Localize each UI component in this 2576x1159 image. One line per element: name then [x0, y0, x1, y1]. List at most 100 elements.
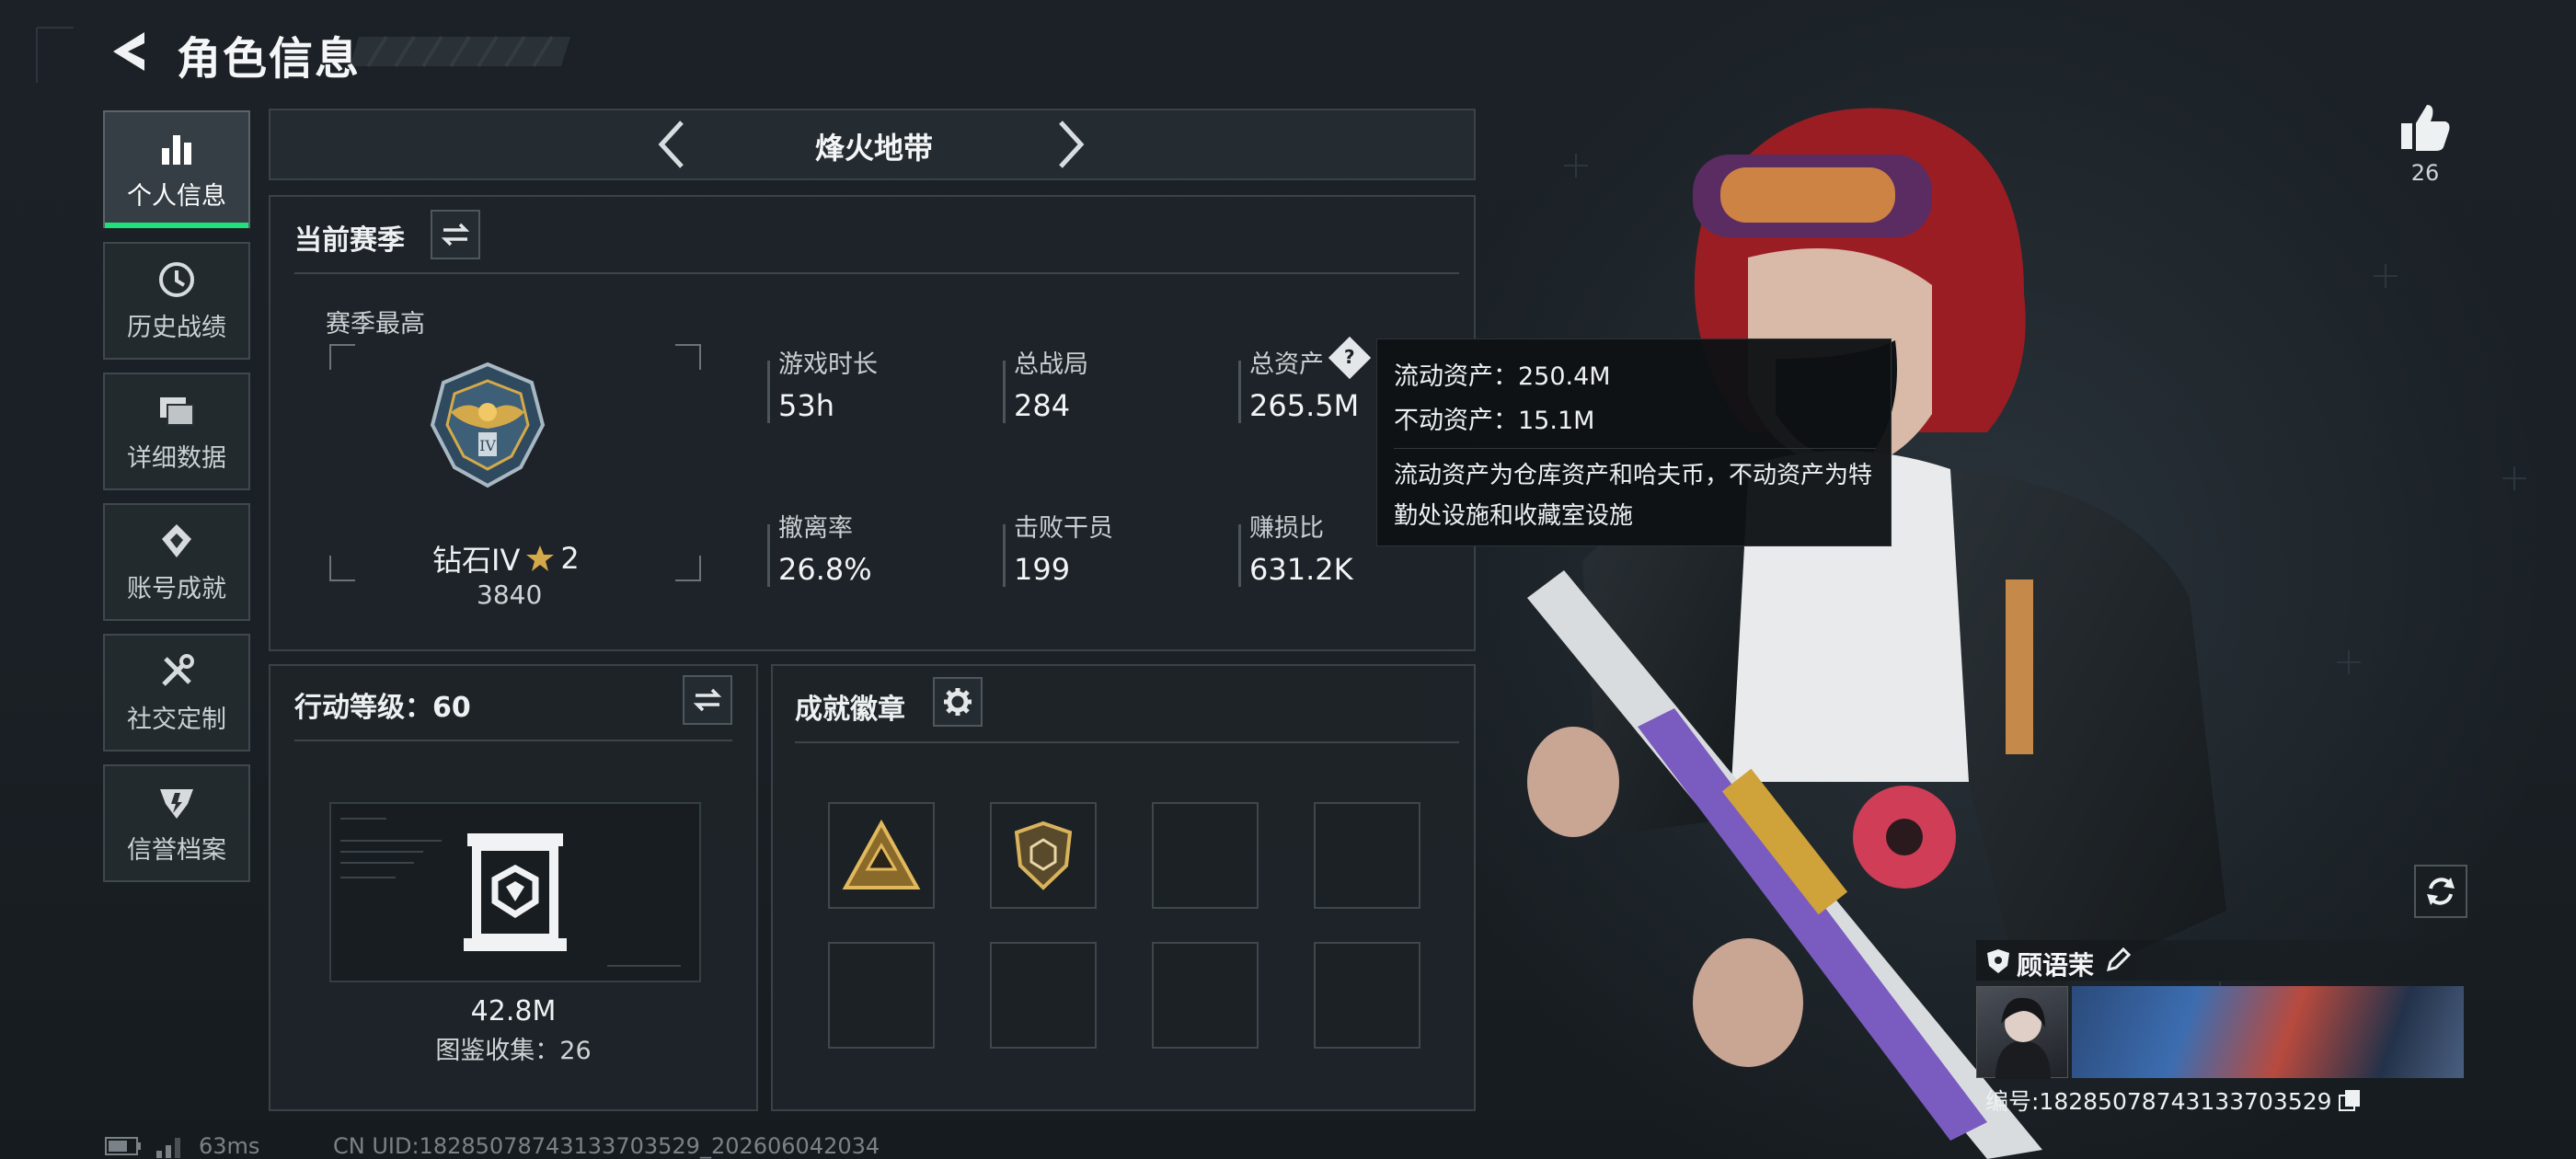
stat-divider: [1003, 361, 1006, 423]
sidebar-item-label: 账号成就: [127, 574, 226, 603]
player-name: 顾语茉: [2017, 950, 2095, 981]
stat-label-profit-ratio: 赚损比: [1249, 514, 1324, 543]
fixed-assets-value: 15.1M: [1518, 407, 1595, 435]
page-title: 角色信息: [177, 33, 362, 85]
avatar-portrait: [1995, 997, 2051, 1079]
signal-icon: [156, 1138, 180, 1158]
shield-icon: [1987, 949, 2009, 973]
edit-name-button[interactable]: [2105, 946, 2136, 977]
like-button[interactable]: 26: [2392, 101, 2458, 193]
frame-corner: [675, 556, 701, 581]
fixed-assets-row: 不动资产：15.1M: [1394, 400, 1594, 436]
assets-description: 流动资产为仓库资产和哈夫币，不动资产为特勤处设施和收藏室设施: [1394, 462, 1873, 530]
rank-name: 钻石IV: [432, 543, 521, 578]
collection-count: 图鉴收集：26: [435, 1037, 592, 1065]
mode-prev-button[interactable]: [644, 114, 699, 175]
svg-text:IV: IV: [479, 437, 496, 454]
stat-divider: [767, 524, 770, 587]
badge-slot-4[interactable]: [1314, 802, 1420, 909]
shield-badge-icon: [1014, 820, 1073, 890]
stat-divider: [767, 361, 770, 423]
sidebar-item-personal-info[interactable]: 个人信息: [103, 110, 250, 228]
badge-slot-1[interactable]: [828, 802, 935, 909]
badge-slot-6[interactable]: [990, 942, 1097, 1049]
action-level-title: 行动等级：60: [294, 692, 471, 724]
divider: [294, 272, 1459, 274]
sidebar-item-label: 信誉档案: [127, 835, 226, 865]
question-icon: ?: [1344, 347, 1355, 369]
rank-points: 3840: [477, 580, 543, 610]
status-bar: 63ms: [105, 1133, 259, 1159]
copy-id-button[interactable]: [2338, 1088, 2362, 1112]
stat-value-extraction-rate: 26.8%: [778, 552, 872, 587]
season-best-label: 赛季最高: [326, 310, 425, 339]
divider: [294, 740, 732, 741]
history-clock-icon: [159, 261, 194, 297]
battery-icon: [105, 1137, 141, 1155]
sidebar-item-label: 社交定制: [127, 705, 226, 734]
action-level-switch-button[interactable]: [683, 675, 732, 725]
rank-name-row: 钻石IV 2: [432, 537, 580, 580]
sidebar-item-history[interactable]: 历史战绩: [103, 242, 250, 360]
assets-tooltip: 流动资产：250.4M 不动资产：15.1M 流动资产为仓库资产和哈夫币，不动资…: [1376, 339, 1892, 546]
player-id-row: 编号:18285078743133703529: [1985, 1084, 2362, 1117]
stat-divider: [1238, 361, 1241, 423]
chevron-right-icon: [1059, 120, 1085, 168]
stat-value-playtime: 53h: [778, 388, 834, 423]
stat-divider: [1238, 524, 1241, 587]
refresh-icon: [2427, 878, 2455, 905]
stat-value-total-assets: 265.5M: [1249, 388, 1360, 423]
liquid-assets-row: 流动资产：250.4M: [1394, 356, 1611, 392]
stat-label-operators-defeated: 击败干员: [1014, 514, 1113, 543]
badge-slot-8[interactable]: [1314, 942, 1420, 1049]
stat-label-extraction-rate: 撤离率: [778, 514, 853, 543]
rotate-character-button[interactable]: [2414, 865, 2467, 918]
badges-settings-button[interactable]: [933, 677, 983, 727]
sidebar-item-label: 历史战绩: [127, 313, 226, 342]
copy-icon: [2338, 1090, 2360, 1111]
rank-stars: 2: [560, 541, 580, 576]
thumbs-up-icon: [2401, 105, 2450, 151]
name-card-banner[interactable]: [2072, 986, 2464, 1078]
back-button[interactable]: [101, 24, 156, 79]
sidebar-item-social[interactable]: 社交定制: [103, 634, 250, 752]
gear-icon: [944, 688, 972, 716]
avatar[interactable]: [1976, 986, 2068, 1079]
stat-label-playtime: 游戏时长: [778, 350, 878, 379]
triangle-badge-icon: [842, 820, 921, 889]
pencil-icon: [2106, 947, 2132, 972]
liquid-assets-value: 250.4M: [1518, 362, 1611, 391]
badge-slot-5[interactable]: [828, 942, 935, 1049]
badges-title: 成就徽章: [795, 694, 905, 726]
season-switch-button[interactable]: [431, 210, 480, 259]
badge-slot-3[interactable]: [1152, 802, 1259, 909]
badge-slot-2[interactable]: [990, 802, 1097, 909]
uid-text: CN UID:18285078743133703529_202606042034: [333, 1133, 880, 1159]
bar-chart-icon: [162, 134, 191, 165]
mode-label: 烽火地带: [814, 131, 933, 166]
sidebar-item-reputation[interactable]: 信誉档案: [103, 764, 250, 882]
mode-next-button[interactable]: [1043, 114, 1098, 175]
sidebar-item-details[interactable]: 详细数据: [103, 373, 250, 490]
frame-corner: [329, 556, 355, 581]
divider: [1394, 448, 1876, 449]
liquid-assets-label: 流动资产：: [1394, 362, 1518, 391]
collection-case-icon: [464, 833, 567, 951]
rank-emblem-icon: IV: [430, 361, 546, 488]
stat-label-total-matches: 总战局: [1014, 350, 1088, 379]
sidebar-item-label: 个人信息: [127, 181, 226, 211]
achievement-icon: [162, 523, 191, 557]
player-id: 编号:18285078743133703529: [1985, 1088, 2332, 1115]
sidebar-item-achievements[interactable]: 账号成就: [103, 503, 250, 621]
chevron-left-icon: [658, 120, 684, 168]
fixed-assets-label: 不动资产：: [1394, 407, 1518, 435]
stat-value-total-matches: 284: [1014, 388, 1071, 423]
badge-slot-7[interactable]: [1152, 942, 1259, 1049]
collection-value: 42.8M: [470, 995, 557, 1027]
stat-value-operators-defeated: 199: [1014, 552, 1071, 587]
stat-value-profit-ratio: 631.2K: [1249, 552, 1353, 587]
divider: [795, 741, 1459, 743]
sidebar-item-label: 详细数据: [127, 443, 226, 473]
stat-label-total-assets: 总资产: [1249, 350, 1324, 379]
frame-corner: [329, 344, 355, 370]
